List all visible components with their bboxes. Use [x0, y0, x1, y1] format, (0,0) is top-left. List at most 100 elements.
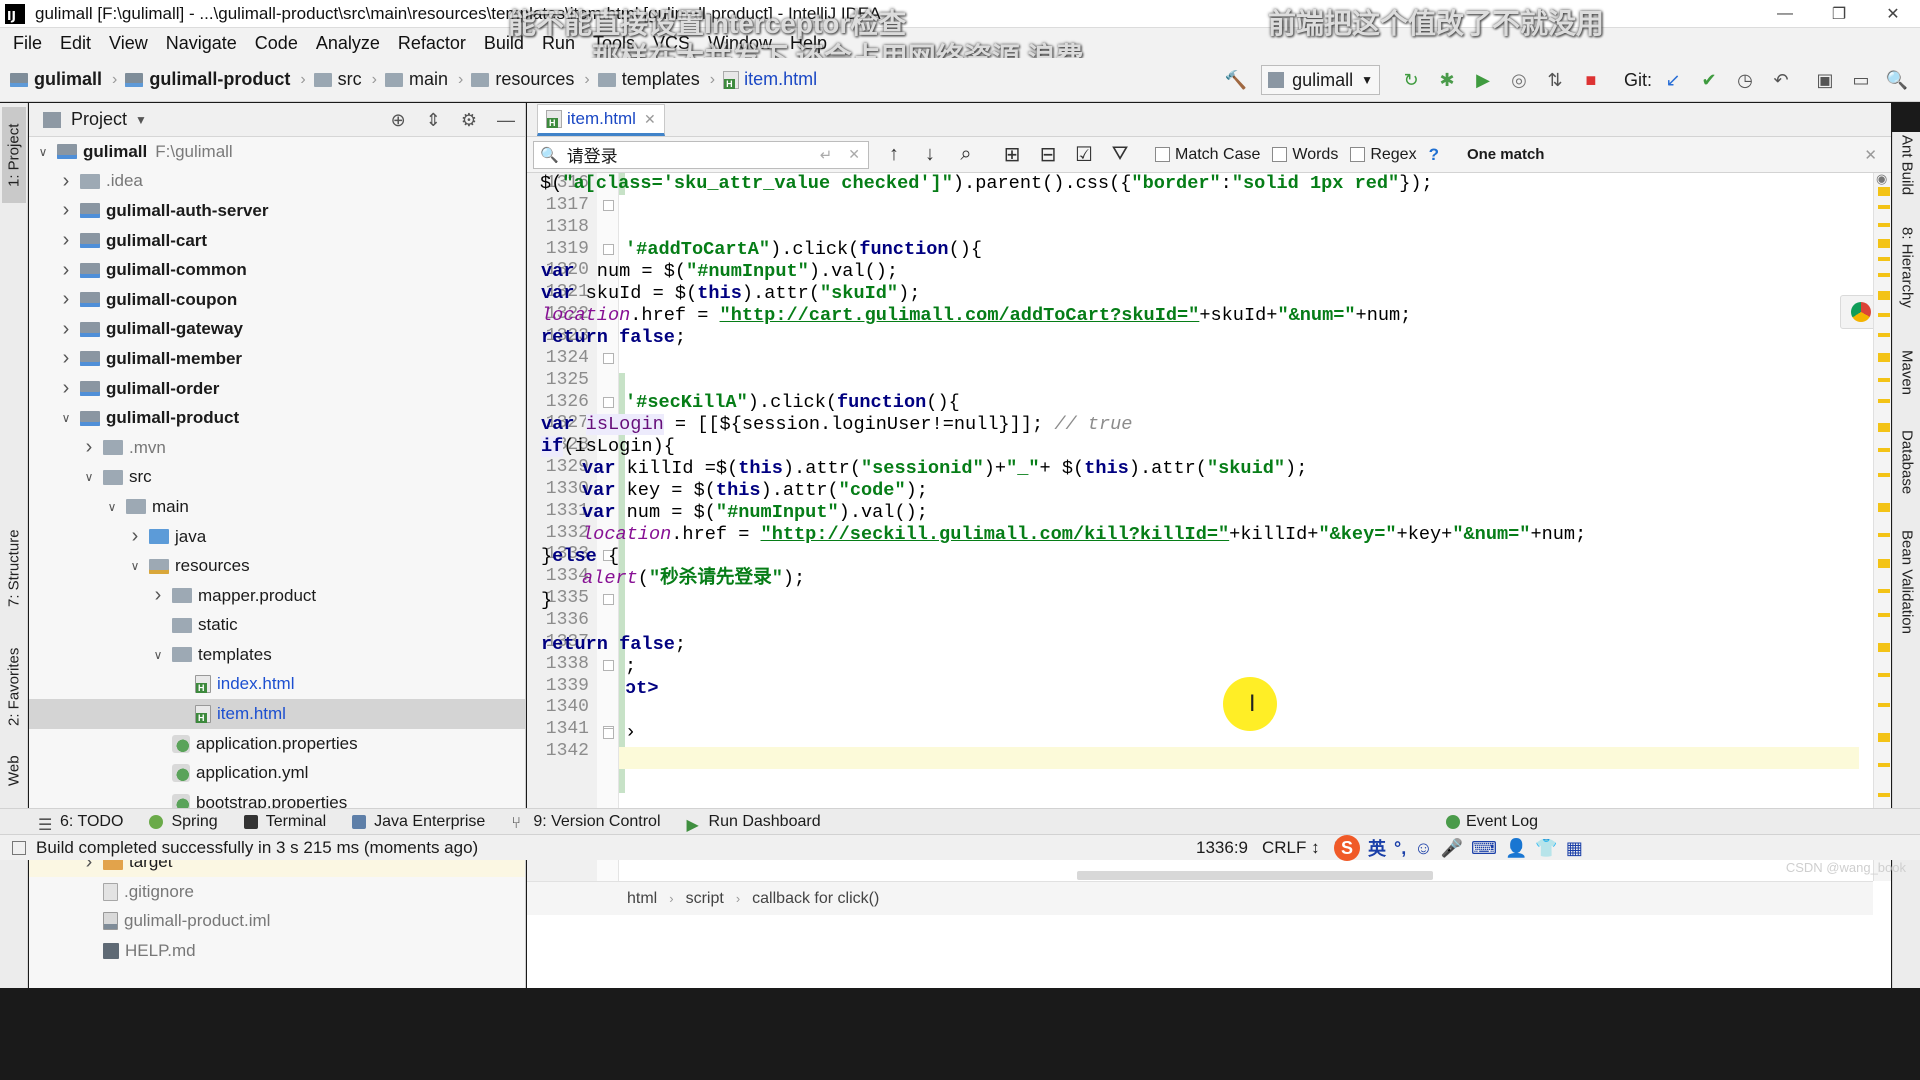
menu-help[interactable]: Help — [781, 33, 836, 54]
chevron-right-icon[interactable]: › — [58, 199, 74, 222]
tree-item[interactable]: ∨ main — [29, 492, 525, 522]
profile-icon[interactable]: ◎ — [1504, 65, 1534, 95]
warning-mark[interactable] — [1878, 273, 1890, 277]
menu-file[interactable]: File — [4, 33, 51, 54]
previous-occurrence-icon[interactable]: ↑ — [883, 143, 905, 166]
menu-build[interactable]: Build — [475, 33, 533, 54]
chrome-icon[interactable] — [1851, 302, 1872, 322]
line-number[interactable]: 1325 — [527, 370, 589, 390]
fold-marker[interactable] — [603, 660, 614, 671]
chevron-right-icon[interactable]: › — [58, 347, 74, 370]
warning-mark[interactable] — [1878, 313, 1890, 317]
line-number[interactable]: 1326 — [527, 392, 589, 412]
add-occurrence-icon[interactable]: ⊞ — [1001, 142, 1023, 167]
warning-mark[interactable] — [1878, 333, 1890, 337]
caret-position[interactable]: 1336:9 — [1196, 838, 1248, 858]
tab-hierarchy[interactable]: 8: Hierarchy — [1895, 222, 1919, 312]
tab-maven[interactable]: Maven — [1895, 342, 1919, 404]
next-occurrence-icon[interactable]: ↓ — [919, 143, 941, 166]
regex-help-link[interactable]: ? — [1429, 145, 1439, 165]
tab-structure[interactable]: 7: Structure — [2, 513, 26, 623]
find-input[interactable]: 🔍 请登录 ↵ ✕ — [533, 140, 869, 169]
skin-icon[interactable]: 👕 — [1535, 838, 1557, 859]
locate-icon[interactable]: ⊕ — [391, 110, 406, 131]
warning-mark[interactable] — [1878, 673, 1890, 677]
chevron-down-icon[interactable]: ∨ — [127, 559, 143, 573]
find-all-icon[interactable]: ⌕ — [955, 143, 977, 166]
chevron-right-icon[interactable]: › — [58, 318, 74, 341]
line-number[interactable]: 1336 — [527, 610, 589, 630]
rerun-icon[interactable]: ↻ — [1396, 65, 1426, 95]
crumb-templates[interactable]: templates — [597, 69, 700, 90]
line-number[interactable]: 1338 — [527, 654, 589, 674]
warning-mark[interactable] — [1878, 448, 1890, 452]
menu-window[interactable]: Window — [699, 33, 781, 54]
tree-item[interactable]: › .idea — [29, 167, 525, 197]
tab-item-html[interactable]: item.html ✕ — [537, 104, 665, 136]
git-update-icon[interactable]: ↙ — [1658, 65, 1688, 95]
chevron-right-icon[interactable]: › — [150, 584, 166, 607]
chevron-down-icon[interactable]: ∨ — [150, 648, 166, 662]
menu-analyze[interactable]: Analyze — [307, 33, 389, 54]
project-title[interactable]: Project — [71, 109, 127, 130]
tab-database[interactable]: Database — [1895, 422, 1919, 502]
menu-run[interactable]: Run — [533, 33, 584, 54]
fold-marker[interactable] — [603, 200, 614, 211]
ime-language[interactable]: 英 — [1368, 835, 1386, 861]
restore-button[interactable]: ❐ — [1812, 0, 1866, 28]
line-number[interactable]: 1335 — [527, 588, 589, 608]
warning-mark[interactable] — [1878, 793, 1890, 797]
fold-marker[interactable] — [603, 244, 614, 255]
tree-item[interactable]: index.html — [29, 670, 525, 700]
tree-item[interactable]: ∨ gulimall F:\gulimall — [29, 137, 525, 167]
coverage-icon[interactable]: ▶ — [1468, 65, 1498, 95]
line-number[interactable]: 1342 — [527, 741, 589, 761]
punctuation-icon[interactable]: °, — [1394, 838, 1406, 859]
tree-item[interactable]: › .mvn — [29, 433, 525, 463]
line-number[interactable]: 1329 — [527, 457, 589, 477]
chevron-down-icon[interactable]: ▼ — [135, 113, 147, 127]
search-everywhere-icon[interactable]: 🔍 — [1882, 65, 1912, 95]
attach-icon[interactable]: ⇅ — [1540, 65, 1570, 95]
chevron-right-icon[interactable]: › — [58, 288, 74, 311]
breadcrumb-html[interactable]: html — [627, 890, 657, 908]
tab-ant-build[interactable]: Ant Build — [1895, 132, 1919, 198]
crumb-main[interactable]: main — [385, 69, 448, 90]
tree-item[interactable]: › mapper.product — [29, 581, 525, 611]
tree-item[interactable]: ∨ gulimall-product — [29, 403, 525, 433]
warning-mark[interactable] — [1878, 703, 1890, 707]
warning-mark[interactable] — [1878, 643, 1890, 652]
git-history-icon[interactable]: ◷ — [1730, 65, 1760, 95]
tool-spring[interactable]: Spring — [149, 813, 218, 831]
git-commit-icon[interactable]: ✔ — [1694, 65, 1724, 95]
menu-view[interactable]: View — [100, 33, 157, 54]
hammer-build-icon[interactable]: 🔨 — [1221, 65, 1251, 95]
collapse-all-icon[interactable]: ⇕ — [426, 110, 441, 131]
toolbox-icon[interactable]: ▦ — [1566, 838, 1583, 859]
words-checkbox[interactable]: Words — [1272, 146, 1338, 164]
warning-mark[interactable] — [1878, 223, 1890, 227]
chevron-right-icon[interactable]: › — [58, 229, 74, 252]
close-window-button[interactable]: ✕ — [1866, 0, 1920, 28]
menu-edit[interactable]: Edit — [51, 33, 100, 54]
keyboard-icon[interactable]: ⌨ — [1471, 838, 1497, 859]
fold-marker[interactable] — [603, 594, 614, 605]
tree-item[interactable]: item.html — [29, 699, 525, 729]
warning-mark[interactable] — [1878, 503, 1890, 512]
line-number[interactable]: 1324 — [527, 348, 589, 368]
breadcrumb-callback[interactable]: callback for click() — [752, 890, 879, 908]
run-config-select[interactable]: gulimall ▼ — [1261, 65, 1380, 95]
tool-java-enterprise[interactable]: Java Enterprise — [352, 813, 485, 831]
chevron-down-icon[interactable]: ∨ — [104, 500, 120, 514]
tree-item[interactable]: ∨ templates — [29, 640, 525, 670]
warning-mark[interactable] — [1878, 205, 1890, 209]
warning-mark[interactable] — [1878, 399, 1890, 403]
fold-marker[interactable] — [603, 728, 614, 739]
warning-mark[interactable] — [1878, 291, 1890, 300]
project-structure-icon[interactable]: ▣ — [1810, 65, 1840, 95]
warning-mark[interactable] — [1878, 613, 1890, 617]
tool-terminal[interactable]: Terminal — [243, 813, 326, 831]
warning-mark[interactable] — [1878, 378, 1890, 382]
user-icon[interactable]: 👤 — [1505, 838, 1527, 859]
tree-item[interactable]: › gulimall-cart — [29, 226, 525, 256]
